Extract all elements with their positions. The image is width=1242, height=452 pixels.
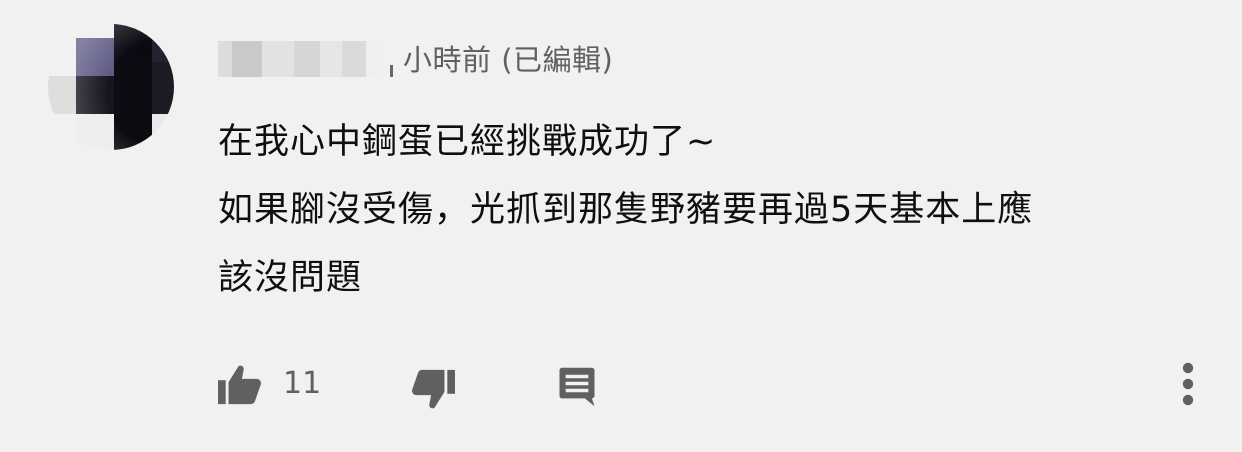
comment-line: 如果腳沒受傷，光抓到那隻野豬要再過5天基本上應 — [218, 190, 1034, 230]
comment-timestamp[interactable]: 小時前 (已編輯) — [403, 37, 613, 79]
thumbs-down-icon[interactable] — [410, 368, 456, 410]
comment-line: 在我心中鋼蛋已經挑戰成功了~ — [218, 122, 717, 162]
comment-item: 小時前 (已編輯) 在我心中鋼蛋已經挑戰成功了~ 如果腳沒受傷，光抓到那隻野豬要… — [0, 0, 1242, 452]
like-count: 11 — [283, 366, 322, 401]
avatar[interactable] — [48, 24, 174, 150]
comment-actions: 11 — [0, 352, 1242, 416]
more-vert-icon[interactable] — [1178, 362, 1198, 406]
comment-text: 在我心中鋼蛋已經挑戰成功了~ 如果腳沒受傷，光抓到那隻野豬要再過5天基本上應 該… — [218, 108, 1208, 312]
author-name-blurred[interactable] — [218, 41, 393, 77]
reply-comment-icon[interactable] — [556, 366, 598, 408]
comment-header: 小時前 (已編輯) — [218, 36, 613, 80]
avatar-blur — [48, 24, 174, 150]
thumbs-up-icon[interactable] — [217, 364, 263, 406]
comment-line: 該沒問題 — [218, 258, 363, 298]
